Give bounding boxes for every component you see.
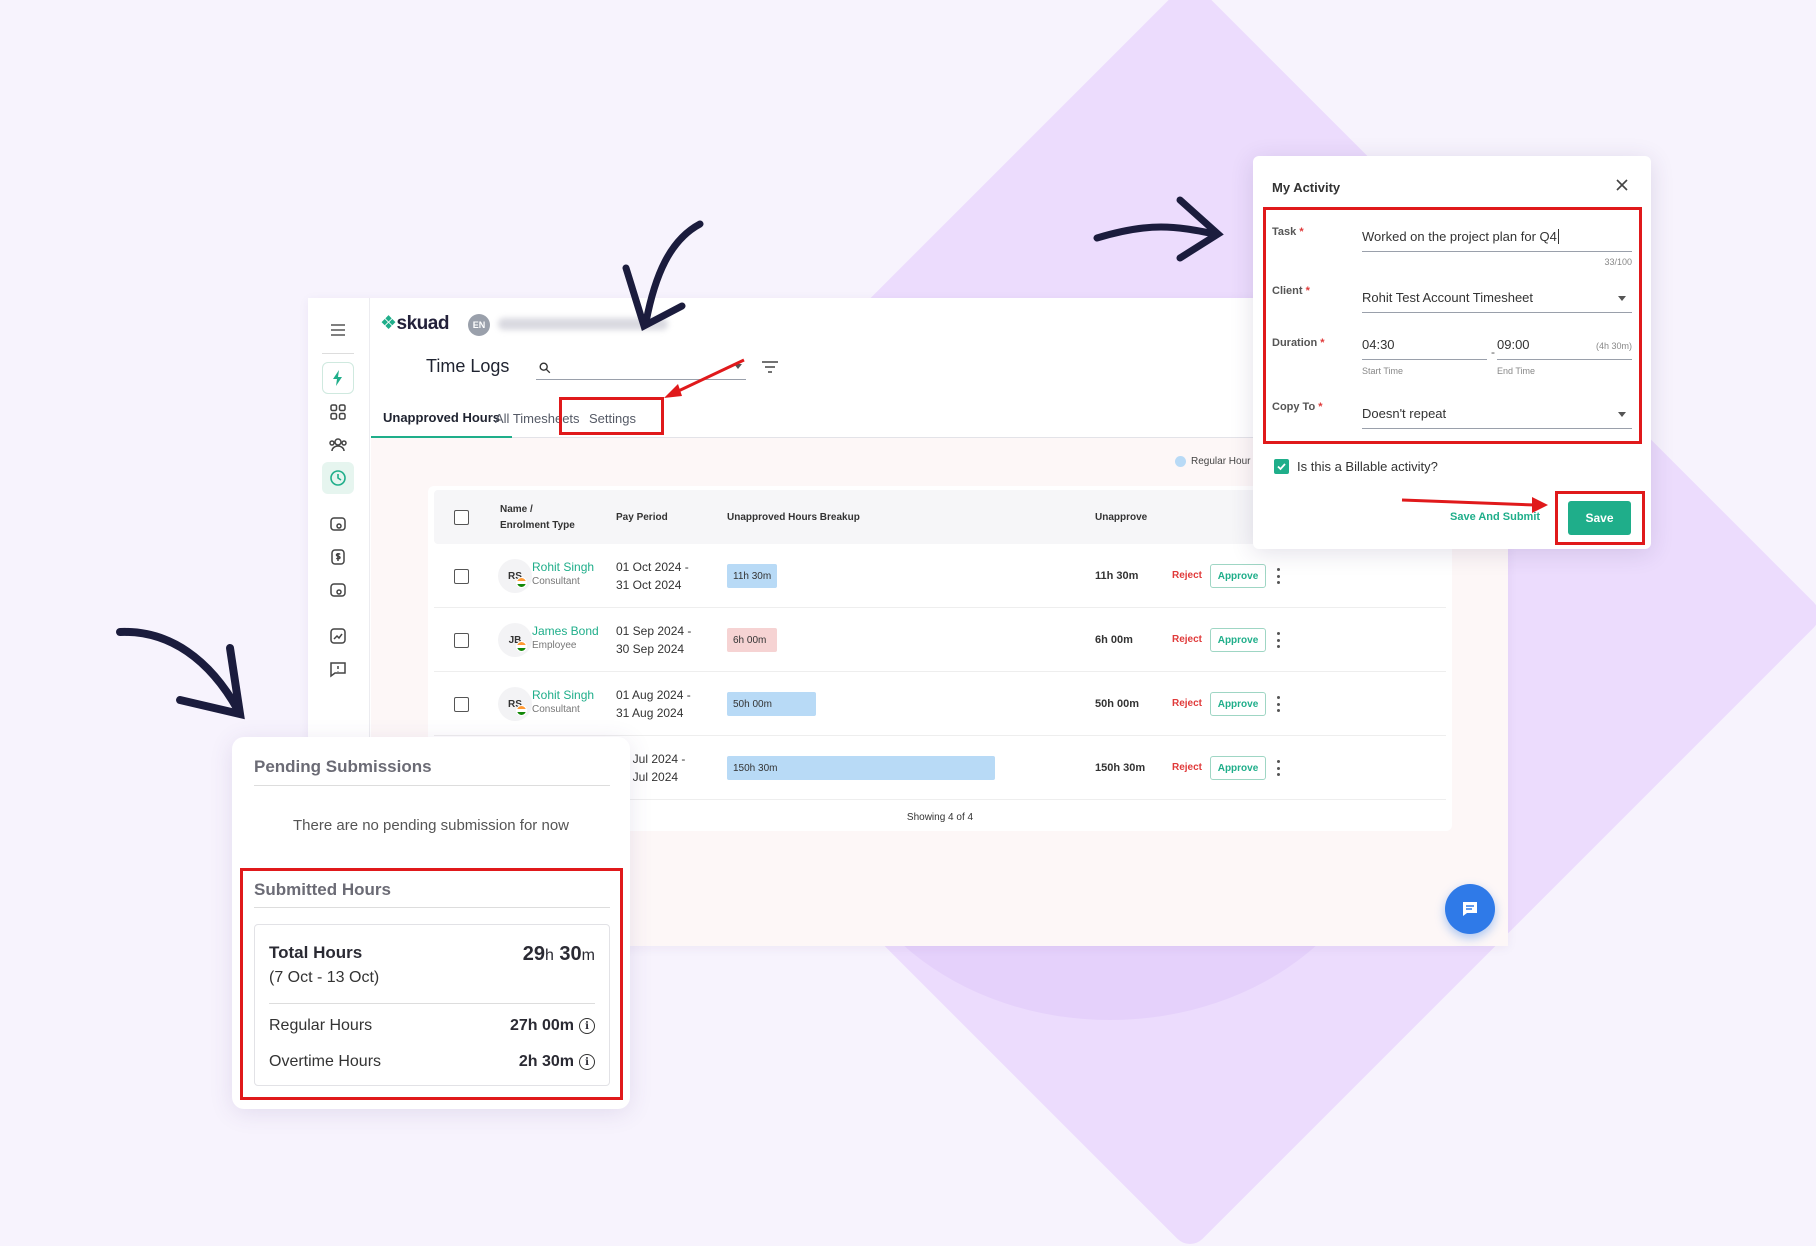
skuad-logo: ❖skuad [380, 313, 449, 334]
people-icon[interactable] [322, 429, 354, 461]
india-flag-icon [516, 577, 527, 588]
hand-drawn-arrow-left [116, 627, 245, 720]
row-checkbox[interactable] [454, 633, 469, 648]
my-activity-modal: My Activity Task * Worked on the project… [1253, 156, 1651, 549]
pay-period: 01 Sep 2024 - 30 Sep 2024 [616, 622, 691, 658]
highlight-box-save [1555, 491, 1645, 545]
reject-button[interactable]: Reject [1172, 634, 1202, 645]
period-end: 30 Sep 2024 [616, 642, 685, 656]
avatar: RS [498, 687, 532, 721]
more-options-icon[interactable] [1277, 760, 1281, 776]
filter-icon[interactable] [760, 358, 780, 376]
approve-button[interactable]: Approve [1210, 756, 1266, 780]
table-row: JB James Bond Employee 01 Sep 2024 - 30 S… [434, 608, 1446, 672]
sidebar-divider [322, 353, 354, 354]
header-hours-breakup: Unapproved Hours Breakup [727, 512, 860, 523]
clock-icon[interactable] [322, 462, 354, 494]
more-options-icon[interactable] [1277, 696, 1281, 712]
billable-checkbox[interactable] [1274, 459, 1289, 474]
page-title: Time Logs [426, 356, 510, 376]
dollar-document-icon[interactable] [322, 541, 354, 573]
period-end: 31 Aug 2024 [616, 706, 684, 720]
header-name: Name / Enrolment Type [500, 502, 575, 534]
period-start: 01 Oct 2024 - [616, 560, 689, 574]
search-icon [539, 361, 551, 373]
wallet-icon[interactable] [322, 508, 354, 540]
unapproved-hours: 11h 30m [1095, 570, 1139, 582]
unapproved-hours: 150h 30m [1095, 762, 1146, 774]
lightning-icon[interactable] [322, 362, 354, 394]
hours-bar: 11h 30m [727, 564, 777, 588]
legend-swatch [1175, 456, 1186, 467]
table-row: RS Rohit Singh Consultant 01 Aug 2024 - 3… [434, 672, 1446, 736]
period-end: 31 Oct 2024 [616, 578, 682, 592]
blurred-company-name [498, 318, 668, 330]
unapproved-hours: 50h 00m [1095, 698, 1140, 710]
close-icon[interactable] [1615, 178, 1629, 192]
approve-button[interactable]: Approve [1210, 692, 1266, 716]
legend-label: Regular Hour [1191, 456, 1251, 467]
unapproved-hours: 6h 00m [1095, 634, 1133, 646]
highlight-box-all-timesheets [559, 397, 664, 435]
avatar: JB [498, 623, 532, 657]
avatar: RS [498, 559, 532, 593]
table-row: RS Rohit Singh Consultant 01 Oct 2024 - 3… [434, 544, 1446, 608]
pay-period: 01 Oct 2024 - 31 Oct 2024 [616, 558, 689, 594]
empty-message: There are no pending submission for now [293, 817, 569, 834]
hamburger-menu-icon[interactable] [322, 314, 354, 346]
period-start: 01 Sep 2024 - [616, 624, 692, 638]
payroll-icon[interactable] [322, 574, 354, 606]
save-and-submit-button[interactable]: Save And Submit [1450, 511, 1540, 523]
checkmark-icon [1277, 463, 1286, 471]
chat-icon [1463, 902, 1477, 916]
hours-bar: 6h 00m [727, 628, 777, 652]
pay-period: 01 Aug 2024 - 31 Aug 2024 [616, 686, 691, 722]
header-name-line1: Name / [500, 504, 533, 515]
enrolment-type: Employee [532, 640, 577, 651]
india-flag-icon [516, 641, 527, 652]
pending-title: Pending Submissions [254, 757, 432, 776]
reject-button[interactable]: Reject [1172, 762, 1202, 773]
employee-name-link[interactable]: James Bond [532, 624, 599, 638]
approve-button[interactable]: Approve [1210, 628, 1266, 652]
billable-label: Is this a Billable activity? [1297, 459, 1438, 474]
header-name-line2: Enrolment Type [500, 520, 575, 531]
analytics-icon[interactable] [322, 620, 354, 652]
language-badge[interactable]: EN [468, 314, 490, 336]
feedback-icon[interactable] [322, 653, 354, 685]
chart-legend: Regular Hour [1175, 456, 1250, 467]
approve-button[interactable]: Approve [1210, 564, 1266, 588]
reject-button[interactable]: Reject [1172, 698, 1202, 709]
reject-button[interactable]: Reject [1172, 570, 1202, 581]
pending-submissions-card: Pending Submissions There are no pending… [232, 737, 630, 1109]
enrolment-type: Consultant [532, 576, 580, 587]
dashboard-grid-icon[interactable] [322, 396, 354, 428]
header-pay-period: Pay Period [616, 512, 668, 523]
more-options-icon[interactable] [1277, 632, 1281, 648]
select-all-checkbox[interactable] [454, 510, 469, 525]
hours-bar: 150h 30m [727, 756, 995, 780]
more-options-icon[interactable] [1277, 568, 1281, 584]
chat-button[interactable] [1445, 884, 1495, 934]
highlight-box-form-fields [1263, 207, 1642, 444]
period-start: 01 Aug 2024 - [616, 688, 691, 702]
chevron-down-icon [734, 364, 742, 369]
hours-bar: 50h 00m [727, 692, 816, 716]
search-input[interactable] [536, 356, 746, 380]
highlight-box-submitted-hours [240, 868, 623, 1100]
employee-name-link[interactable]: Rohit Singh [532, 560, 594, 574]
divider [254, 785, 610, 786]
employee-name-link[interactable]: Rohit Singh [532, 688, 594, 702]
enrolment-type: Consultant [532, 704, 580, 715]
row-checkbox[interactable] [454, 697, 469, 712]
india-flag-icon [516, 705, 527, 716]
header-unapproved: Unapprove [1095, 512, 1148, 523]
modal-title: My Activity [1272, 180, 1341, 195]
row-checkbox[interactable] [454, 569, 469, 584]
